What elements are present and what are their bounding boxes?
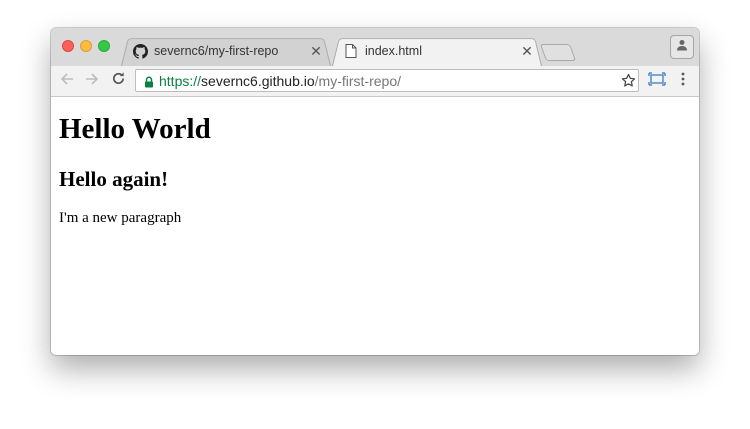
reload-icon <box>111 71 126 91</box>
tab-index-html[interactable]: index.html ✕ <box>332 36 542 66</box>
back-button[interactable] <box>57 71 77 91</box>
url-text: https://severnc6.github.io/my-first-repo… <box>159 73 401 89</box>
cast-screen-icon <box>648 71 666 91</box>
tab-title: severnc6/my-first-repo <box>154 44 279 58</box>
close-tab-icon[interactable]: ✕ <box>520 44 534 58</box>
close-window-button[interactable] <box>62 40 74 52</box>
tab-title: index.html <box>365 44 422 58</box>
bookmark-star-icon[interactable] <box>621 73 637 89</box>
page-heading-2: Hello again! <box>59 167 169 191</box>
page-paragraph: I'm a new paragraph <box>59 210 182 226</box>
url-scheme: https:// <box>159 73 202 89</box>
document-icon <box>343 43 359 59</box>
menu-button[interactable] <box>673 71 693 91</box>
url-path: /my-first-repo/ <box>314 73 402 89</box>
tab-github-repo[interactable]: severnc6/my-first-repo ✕ <box>121 36 331 66</box>
github-icon <box>132 43 148 59</box>
url-host: severnc6.github.io <box>201 73 315 89</box>
arrow-right-icon <box>85 72 99 91</box>
person-icon <box>676 38 688 56</box>
new-tab-button[interactable] <box>539 44 577 61</box>
maximize-window-button[interactable] <box>98 40 110 52</box>
page-viewport: Hello World Hello again! I'm a new parag… <box>51 97 699 355</box>
page-heading-1: Hello World <box>59 113 211 145</box>
minimize-window-button[interactable] <box>80 40 92 52</box>
arrow-left-icon <box>60 72 74 91</box>
forward-button[interactable] <box>82 71 102 91</box>
reload-button[interactable] <box>108 71 128 91</box>
tab-strip: severnc6/my-first-repo ✕ index.html ✕ <box>51 28 699 67</box>
lock-icon <box>143 75 155 88</box>
browser-toolbar: https://severnc6.github.io/my-first-repo… <box>51 66 699 97</box>
extension-button[interactable] <box>647 71 667 91</box>
profile-button[interactable] <box>670 35 694 59</box>
close-tab-icon[interactable]: ✕ <box>309 44 323 58</box>
more-vertical-icon <box>681 72 685 91</box>
address-bar[interactable]: https://severnc6.github.io/my-first-repo… <box>135 69 639 92</box>
browser-window: severnc6/my-first-repo ✕ index.html ✕ ht… <box>51 28 699 355</box>
